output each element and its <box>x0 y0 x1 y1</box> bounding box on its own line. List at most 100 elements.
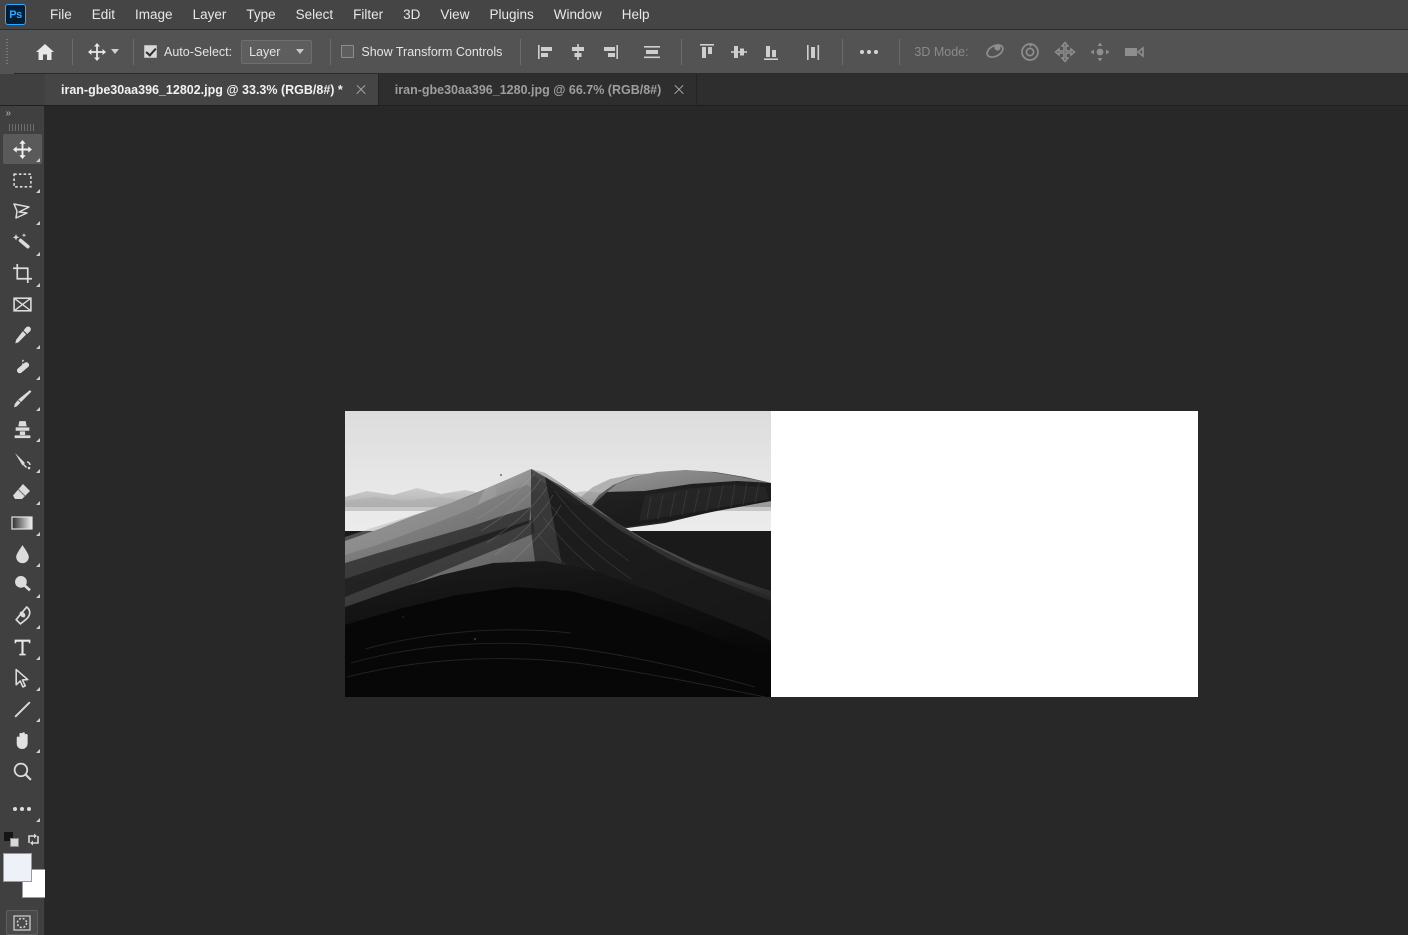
auto-select-target-dropdown[interactable]: Layer <box>241 39 313 64</box>
brush-icon <box>13 389 31 408</box>
align-right-edges-button[interactable] <box>595 37 625 67</box>
menu-item-help[interactable]: Help <box>612 3 660 26</box>
slide-3d-button[interactable] <box>1084 37 1116 67</box>
align-left-edges-button[interactable] <box>531 37 561 67</box>
distribute-horizontal-centers-button[interactable] <box>798 37 828 67</box>
document-tab-iran-12802[interactable]: iran-gbe30aa396_12802.jpg @ 33.3% (RGB/8… <box>45 74 379 105</box>
type-icon <box>14 639 30 655</box>
tool-lasso[interactable] <box>3 196 42 226</box>
tool-submenu-corner-icon <box>35 562 40 567</box>
auto-select-checkbox[interactable] <box>144 45 157 58</box>
menu-item-layer[interactable]: Layer <box>183 3 237 26</box>
menu-item-edit[interactable]: Edit <box>82 3 125 26</box>
align-group-horizontal-edges <box>692 37 828 67</box>
magnifier-icon <box>13 762 32 781</box>
default-colors-button[interactable] <box>3 832 19 848</box>
divider <box>72 38 73 65</box>
gradient-icon <box>11 515 33 530</box>
tool-pen[interactable] <box>3 601 42 631</box>
options-bar-grip[interactable] <box>0 29 14 74</box>
close-icon[interactable] <box>673 84 685 96</box>
tool-submenu-corner-icon <box>35 189 40 194</box>
auto-select-target-value: Layer <box>249 44 281 59</box>
tool-zoom[interactable] <box>3 756 42 786</box>
tool-move[interactable] <box>2 134 42 165</box>
menu-item-select[interactable]: Select <box>286 3 344 26</box>
move-tool-icon <box>88 42 106 61</box>
align-horizontal-centers-button[interactable] <box>563 37 593 67</box>
tool-crop[interactable] <box>3 259 42 289</box>
swap-colors-icon[interactable] <box>26 832 41 847</box>
tool-spot-healing-brush[interactable] <box>3 352 42 382</box>
tool-eyedropper[interactable] <box>3 321 42 351</box>
tool-path-selection[interactable] <box>3 663 42 693</box>
hand-icon <box>16 732 28 749</box>
document-canvas[interactable] <box>345 411 1198 697</box>
tool-eraser[interactable] <box>3 476 42 506</box>
canvas-workspace[interactable] <box>45 106 1408 935</box>
tool-edit-toolbar[interactable] <box>3 794 42 824</box>
more-options-button[interactable] <box>853 38 885 66</box>
divider <box>330 38 332 65</box>
menu-item-3d[interactable]: 3D <box>393 3 430 26</box>
tool-submenu-corner-icon <box>35 376 40 381</box>
history-brush-icon <box>15 452 31 470</box>
camera-3d-button[interactable] <box>1119 37 1151 67</box>
tool-blur[interactable] <box>3 539 42 569</box>
menu-item-filter[interactable]: Filter <box>343 3 393 26</box>
align-top-edges-button[interactable] <box>692 37 722 67</box>
align-bottom-edges-icon <box>764 45 779 60</box>
tool-gradient[interactable] <box>3 508 42 538</box>
align-bottom-edges-button[interactable] <box>756 37 786 67</box>
tool-type[interactable] <box>3 632 42 662</box>
close-icon[interactable] <box>355 84 367 96</box>
home-button[interactable] <box>28 37 62 67</box>
menu-item-image[interactable]: Image <box>125 3 183 26</box>
tool-submenu-corner-icon <box>35 158 40 163</box>
menu-item-file[interactable]: File <box>40 3 82 26</box>
foreground-color-swatch[interactable] <box>2 853 32 883</box>
show-transform-controls-control[interactable]: Show Transform Controls <box>341 45 502 59</box>
tool-submenu-corner-icon <box>35 220 40 225</box>
distribute-vertical-centers-button[interactable] <box>637 37 667 67</box>
dune-photograph <box>345 411 771 697</box>
toolbar-grip[interactable] <box>0 121 45 134</box>
dune-photo-artwork <box>345 411 771 697</box>
tool-brush[interactable] <box>3 383 42 413</box>
align-top-edges-icon <box>700 43 715 58</box>
empty-canvas-area[interactable] <box>771 411 1198 697</box>
align-left-edges-icon <box>538 44 553 59</box>
auto-select-label: Auto-Select: <box>164 44 233 59</box>
menu-item-plugins[interactable]: Plugins <box>479 3 543 26</box>
tool-frame[interactable] <box>3 290 42 320</box>
orbit-3d-button[interactable] <box>979 37 1011 67</box>
tool-object-selection[interactable] <box>3 228 42 258</box>
roll-3d-button[interactable] <box>1014 37 1046 67</box>
menu-item-view[interactable]: View <box>430 3 479 26</box>
pan-3d-button[interactable] <box>1049 37 1081 67</box>
show-transform-controls-checkbox[interactable] <box>341 45 355 58</box>
tool-rectangular-marquee[interactable] <box>3 165 42 195</box>
tool-line[interactable] <box>3 694 42 724</box>
tool-dodge[interactable] <box>3 570 42 600</box>
camera-3d-icon <box>1124 45 1144 58</box>
tool-submenu-corner-icon <box>35 469 40 474</box>
menu-item-window[interactable]: Window <box>544 3 612 26</box>
quick-mask-icon <box>13 915 31 931</box>
tool-clone-stamp[interactable] <box>3 414 42 444</box>
quick-mask-button[interactable] <box>6 910 38 935</box>
document-tab-title: iran-gbe30aa396_1280.jpg @ 66.7% (RGB/8#… <box>394 82 662 97</box>
document-tab-iran-1280[interactable]: iran-gbe30aa396_1280.jpg @ 66.7% (RGB/8#… <box>378 74 698 105</box>
menu-item-type[interactable]: Type <box>236 3 285 26</box>
auto-select-control[interactable]: Auto-Select: <box>144 45 232 59</box>
magic-wand-icon <box>12 233 30 249</box>
tool-hand[interactable] <box>3 725 42 755</box>
tools-panel: » <box>0 106 51 935</box>
expand-toolbar-button[interactable]: » <box>0 106 45 121</box>
tool-preset-chevron-down-icon[interactable] <box>111 49 119 54</box>
divider <box>133 38 134 65</box>
current-tool-preview[interactable] <box>83 42 123 62</box>
marquee-icon <box>12 173 32 188</box>
tool-history-brush[interactable] <box>3 445 42 475</box>
align-vertical-centers-button[interactable] <box>724 37 754 67</box>
